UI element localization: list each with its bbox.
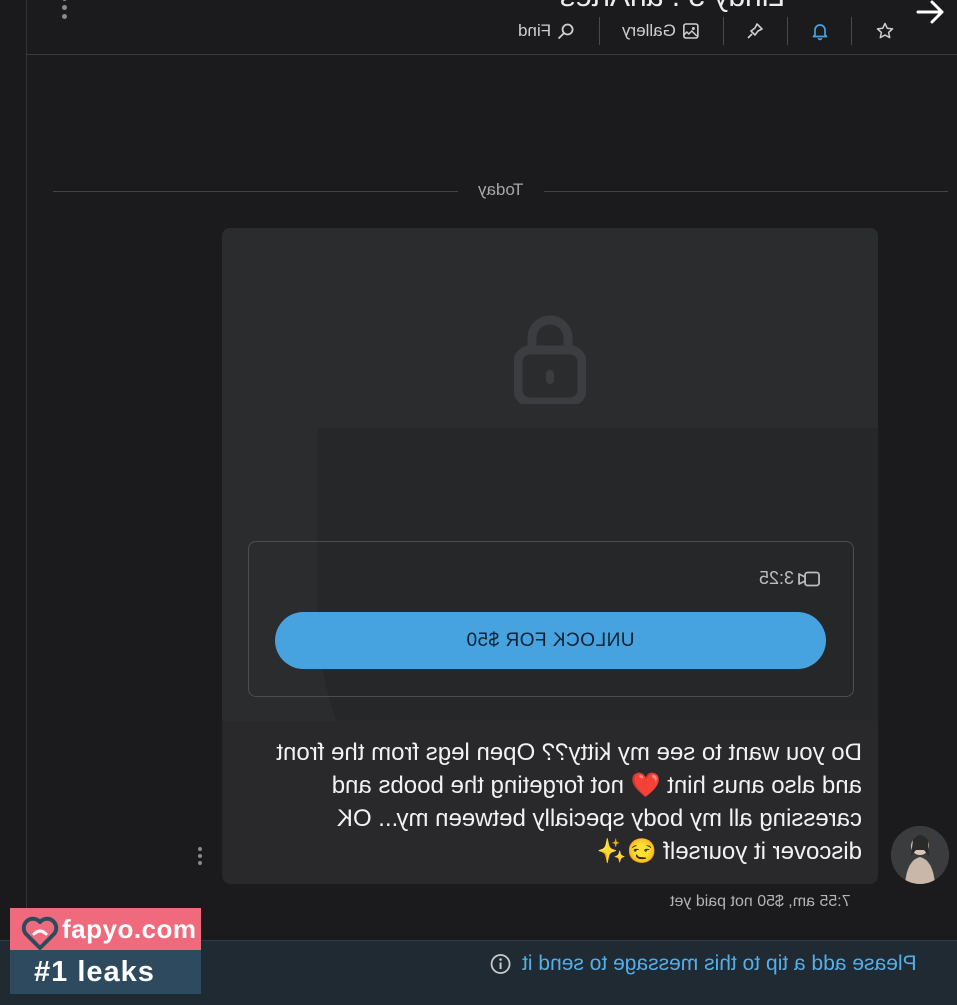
day-label-text: Today [478,180,524,199]
toolbar-divider [851,17,852,45]
pin-icon [747,23,763,39]
day-separator-label: Today [478,180,523,200]
duration-label: 3:25 [759,568,795,588]
toolbar-divider [723,17,724,45]
pin-button[interactable] [745,20,765,42]
day-divider-right [544,191,948,192]
gallery-label: Gallery [622,21,676,40]
search-icon [558,23,574,39]
bell-icon [812,24,828,41]
header-divider [26,54,957,55]
toolbar-divider [599,17,600,45]
watermark-tagline: #1 leaks [34,956,155,988]
locked-media-preview: 3:25 UNLOCK FOR $50 [222,228,878,721]
chat-title: Lindy 5 . anArtes [560,0,785,14]
find-button[interactable]: Find [518,20,575,42]
left-rail [0,0,27,940]
lock-icon [514,315,586,404]
chat-toolbar: Find Gallery [500,14,907,48]
gallery-icon [683,23,699,39]
message-body: Do you want to see my kitty?? Open legs … [262,736,862,868]
video-duration: 3:25 [759,568,820,589]
gallery-button[interactable]: Gallery [622,20,700,42]
avatar[interactable] [891,826,949,884]
heart-icon [21,916,59,950]
message-meta-text: 7:55 am, $50 not paid yet [670,893,851,910]
unlock-panel: 3:25 UNLOCK FOR $50 [248,541,854,697]
find-label: Find [518,21,552,40]
tip-note-text: Please add a tip to this message to send… [522,952,917,975]
unlock-button-label: UNLOCK FOR $50 [466,629,635,651]
tip-required-note: Please add a tip to this message to send… [490,952,917,976]
header-kebab-icon[interactable] [58,0,70,26]
arrow-icon[interactable] [912,0,948,30]
watermark-logo: fapyo.com #1 leaks [10,908,201,994]
avatar-image [891,826,949,884]
toolbar-divider [787,17,788,45]
notifications-button[interactable] [810,20,830,42]
unlock-button[interactable]: UNLOCK FOR $50 [275,612,826,669]
video-icon [798,571,820,586]
watermark-domain: fapyo.com [62,914,197,944]
info-icon [491,954,511,974]
star-icon [876,22,894,39]
message-text: Do you want to see my kitty?? Open legs … [276,739,862,865]
message-meta: 7:55 am, $50 not paid yet [670,893,851,911]
message-kebab-icon[interactable] [195,847,205,868]
day-divider-left [53,191,458,192]
chat-title-text: Lindy 5 . anArtes [560,0,785,14]
locked-message-card: 3:25 UNLOCK FOR $50 Do you want to see m… [222,228,878,884]
favorite-button[interactable] [875,20,895,42]
